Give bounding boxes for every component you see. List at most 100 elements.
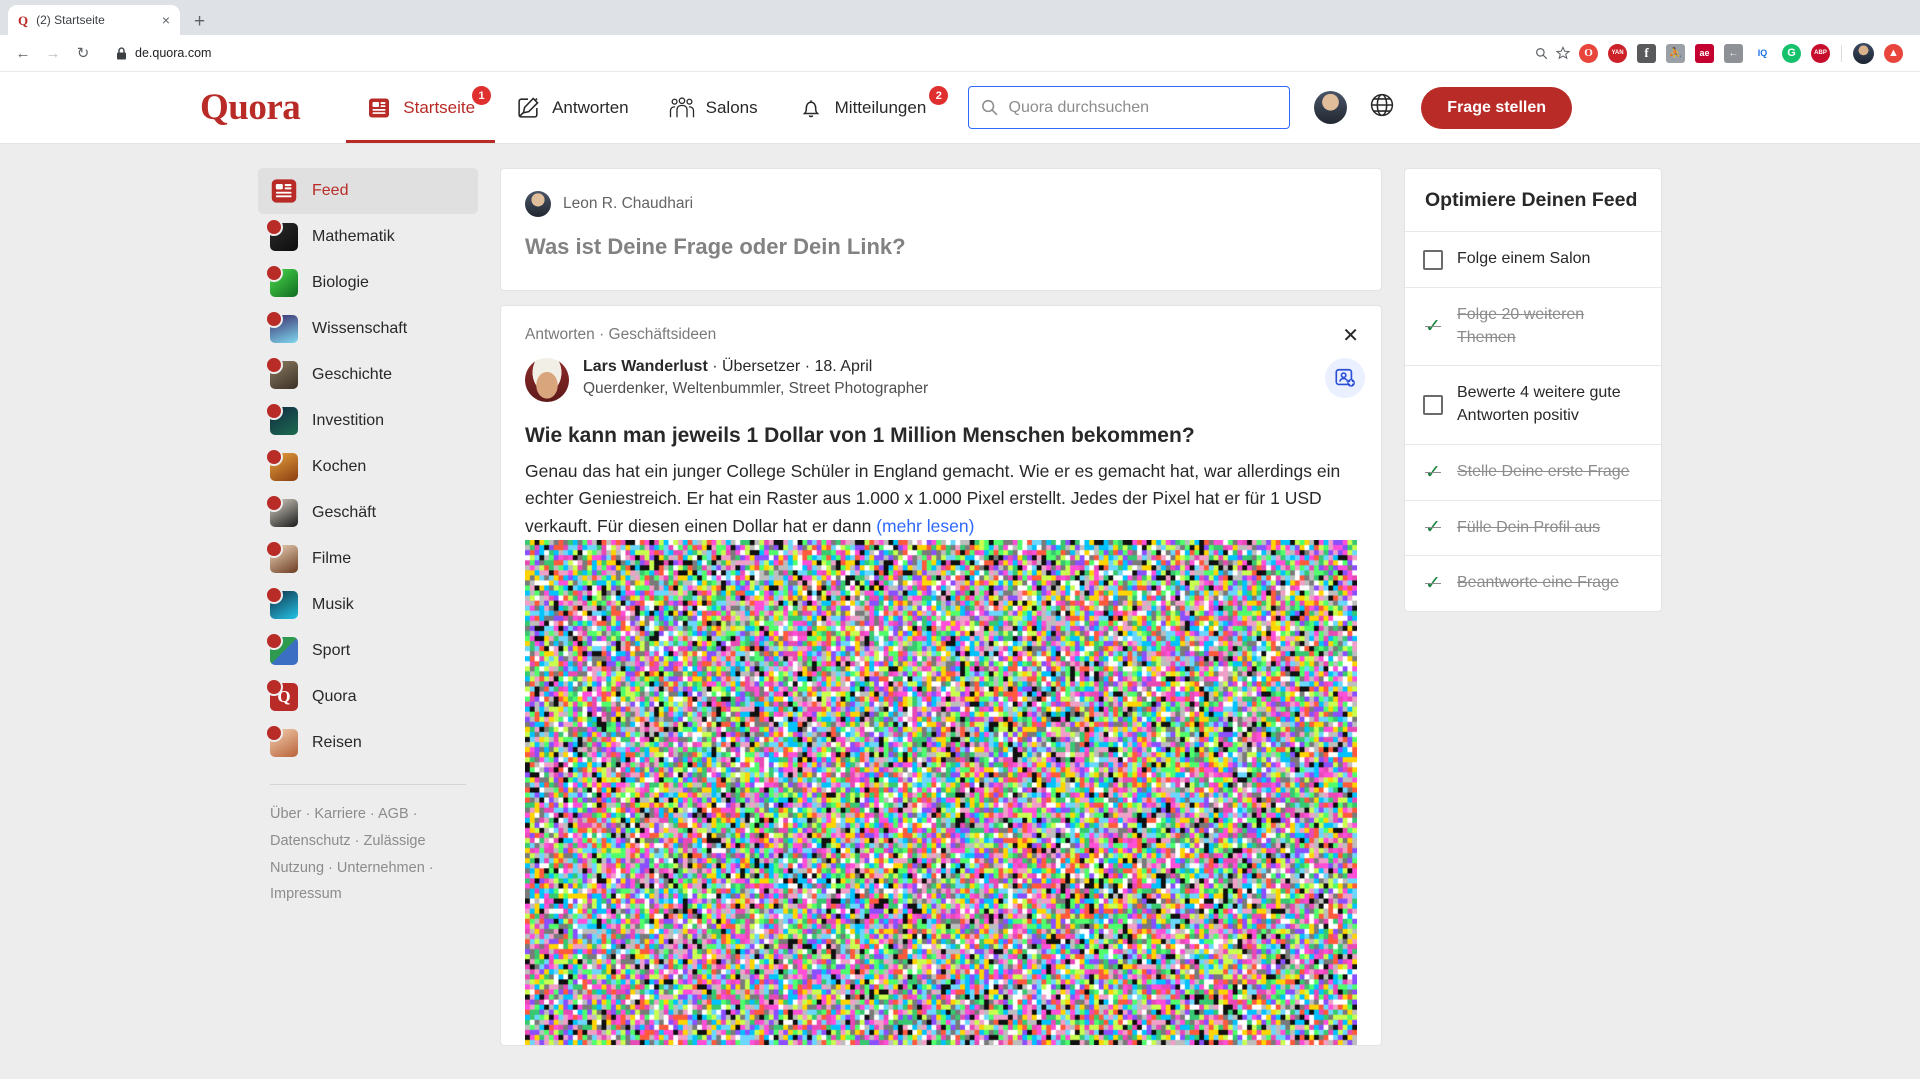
todo-label: Beantworte eine Frage (1457, 572, 1619, 595)
opera-extension-icon[interactable]: O (1579, 44, 1598, 63)
opera-menu-icon[interactable]: ▲ (1884, 44, 1903, 63)
avatar[interactable] (525, 358, 569, 402)
sidebar-item-geschaeft[interactable]: Geschäft (258, 490, 478, 536)
sidebar-item-sport[interactable]: Sport (258, 628, 478, 674)
nav-item-salons[interactable]: Salons (649, 72, 778, 143)
browser-toolbar-actions: O YAN f ⛹ ae ← IQ G ABP ▲ (1530, 42, 1910, 64)
post-author-name[interactable]: Lars Wanderlust (583, 358, 708, 375)
pixel-noise-image[interactable] (525, 540, 1357, 1045)
nav-item-mitteilungen[interactable]: Mitteilungen 2 (778, 72, 947, 143)
search-input[interactable] (1009, 99, 1278, 117)
topic-thumb-filme (270, 545, 298, 573)
back-button[interactable]: ← (10, 40, 36, 66)
todo-item-folge-salon[interactable]: Folge einem Salon (1405, 232, 1661, 288)
close-icon[interactable]: × (162, 13, 170, 27)
ae-extension-icon[interactable]: ae (1695, 44, 1714, 63)
reload-button[interactable]: ↻ (70, 40, 96, 66)
panel-title: Optimiere Deinen Feed (1405, 169, 1661, 232)
todo-item-profil-ausfuellen[interactable]: ✓ Fülle Dein Profil aus (1405, 501, 1661, 557)
avatar (525, 191, 551, 217)
sidebar-label-mathematik: Mathematik (312, 228, 395, 246)
check-icon: ✓ (1423, 574, 1443, 593)
browser-tab[interactable]: Q (2) Startseite × (8, 5, 180, 35)
iq-extension-icon[interactable]: IQ (1753, 44, 1772, 63)
check-icon: ✓ (1423, 518, 1443, 537)
check-icon: ✓ (1423, 463, 1443, 482)
todo-label: Folge 20 weiteren Themen (1457, 304, 1643, 349)
post-title[interactable]: Wie kann man jeweils 1 Dollar von 1 Mill… (525, 424, 1357, 448)
address-bar[interactable]: de.quora.com (106, 41, 1526, 66)
search-box[interactable] (968, 86, 1290, 129)
sidebar-label-reisen: Reisen (312, 734, 362, 752)
sidebar-item-geschichte[interactable]: Geschichte (258, 352, 478, 398)
browser-profile-avatar[interactable] (1853, 43, 1874, 64)
main-feed: Leon R. Chaudhari Was ist Deine Frage od… (500, 168, 1382, 1079)
optimize-feed-panel: Optimiere Deinen Feed Folge einem Salon … (1404, 168, 1662, 612)
footer-link-impressum[interactable]: Impressum (270, 886, 342, 902)
bell-icon (798, 95, 824, 121)
user-avatar[interactable] (1314, 91, 1347, 124)
sidebar-item-kochen[interactable]: Kochen (258, 444, 478, 490)
footer-link-agb[interactable]: AGB (378, 806, 409, 822)
sidebar-item-musik[interactable]: Musik (258, 582, 478, 628)
left-sidebar: Feed Mathematik Biologie Wissenschaft Ge… (258, 168, 478, 1079)
todo-item-beantworte-frage[interactable]: ✓ Beantworte eine Frage (1405, 556, 1661, 611)
topic-thumb-kochen (270, 453, 298, 481)
toolbar-divider (1841, 45, 1842, 62)
todo-item-erste-frage[interactable]: ✓ Stelle Deine erste Frage (1405, 445, 1661, 501)
globe-icon[interactable] (1369, 92, 1395, 123)
footer-link-unternehmen[interactable]: Unternehmen (337, 860, 425, 876)
sidebar-label-investition: Investition (312, 412, 384, 430)
todo-item-bewerte-antworten[interactable]: Bewerte 4 weitere gute Antworten positiv (1405, 366, 1661, 444)
topic-thumb-investition (270, 407, 298, 435)
sidebar-item-mathematik[interactable]: Mathematik (258, 214, 478, 260)
more-link[interactable]: (mehr lesen) (876, 516, 974, 536)
footer-link-ueber[interactable]: Über (270, 806, 301, 822)
footer-sep: · (324, 860, 337, 876)
todo-item-folge-themen[interactable]: ✓ Folge 20 weiteren Themen (1405, 288, 1661, 366)
sidebar-label-musik: Musik (312, 596, 354, 614)
facebook-extension-icon[interactable]: f (1637, 44, 1656, 63)
sidebar-item-wissenschaft[interactable]: Wissenschaft (258, 306, 478, 352)
footer-sep: · (425, 860, 434, 876)
right-sidebar: Optimiere Deinen Feed Folge einem Salon … (1404, 168, 1662, 1079)
add-person-card-icon[interactable] (1325, 358, 1365, 398)
compose-card[interactable]: Leon R. Chaudhari Was ist Deine Frage od… (500, 168, 1382, 291)
sidebar-item-feed[interactable]: Feed (258, 168, 478, 214)
runner-extension-icon[interactable]: ⛹ (1666, 44, 1685, 63)
adblock-extension-icon[interactable]: ABP (1811, 44, 1830, 63)
footer-link-karriere[interactable]: Karriere (314, 806, 366, 822)
bookmark-star-icon[interactable] (1552, 42, 1574, 64)
quora-logo[interactable]: Quora (200, 86, 300, 129)
quora-header: Quora Startseite 1 Antworten Salons Mitt… (0, 72, 1920, 144)
nav-item-antworten[interactable]: Antworten (495, 72, 649, 143)
todo-label: Bewerte 4 weitere gute Antworten positiv (1457, 382, 1643, 427)
grammarly-extension-icon[interactable]: G (1782, 44, 1801, 63)
yandex-extension-icon[interactable]: YAN (1608, 44, 1627, 63)
nav-item-startseite[interactable]: Startseite 1 (346, 72, 495, 143)
forward-button[interactable]: → (40, 40, 66, 66)
nav-badge-mitteilungen: 2 (929, 86, 948, 105)
compose-input[interactable]: Was ist Deine Frage oder Dein Link? (525, 234, 1357, 260)
zoom-icon[interactable] (1530, 42, 1552, 64)
sidebar-label-kochen: Kochen (312, 458, 366, 476)
sidebar-item-quora[interactable]: Q Quora (258, 674, 478, 720)
checkbox-unchecked-icon[interactable] (1423, 250, 1443, 270)
post-card: Antworten · Geschäftsideen ✕ Lars Wander… (500, 305, 1382, 1046)
nav-label-antworten: Antworten (552, 98, 629, 118)
page-body: Feed Mathematik Biologie Wissenschaft Ge… (0, 144, 1920, 1079)
sidebar-item-biologie[interactable]: Biologie (258, 260, 478, 306)
topic-thumb-reisen (270, 729, 298, 757)
sidebar-label-geschaeft: Geschäft (312, 504, 376, 522)
sidebar-label-feed: Feed (312, 182, 348, 200)
close-icon[interactable]: ✕ (1342, 326, 1359, 346)
sidebar-item-investition[interactable]: Investition (258, 398, 478, 444)
footer-link-datenschutz[interactable]: Datenschutz (270, 833, 351, 849)
ask-question-button[interactable]: Frage stellen (1421, 87, 1572, 129)
sidebar-item-reisen[interactable]: Reisen (258, 720, 478, 766)
checkbox-unchecked-icon[interactable] (1423, 395, 1443, 415)
pocket-extension-icon[interactable]: ← (1724, 44, 1743, 63)
topic-thumb-geschaeft (270, 499, 298, 527)
new-tab-button[interactable]: + (194, 12, 205, 31)
sidebar-item-filme[interactable]: Filme (258, 536, 478, 582)
